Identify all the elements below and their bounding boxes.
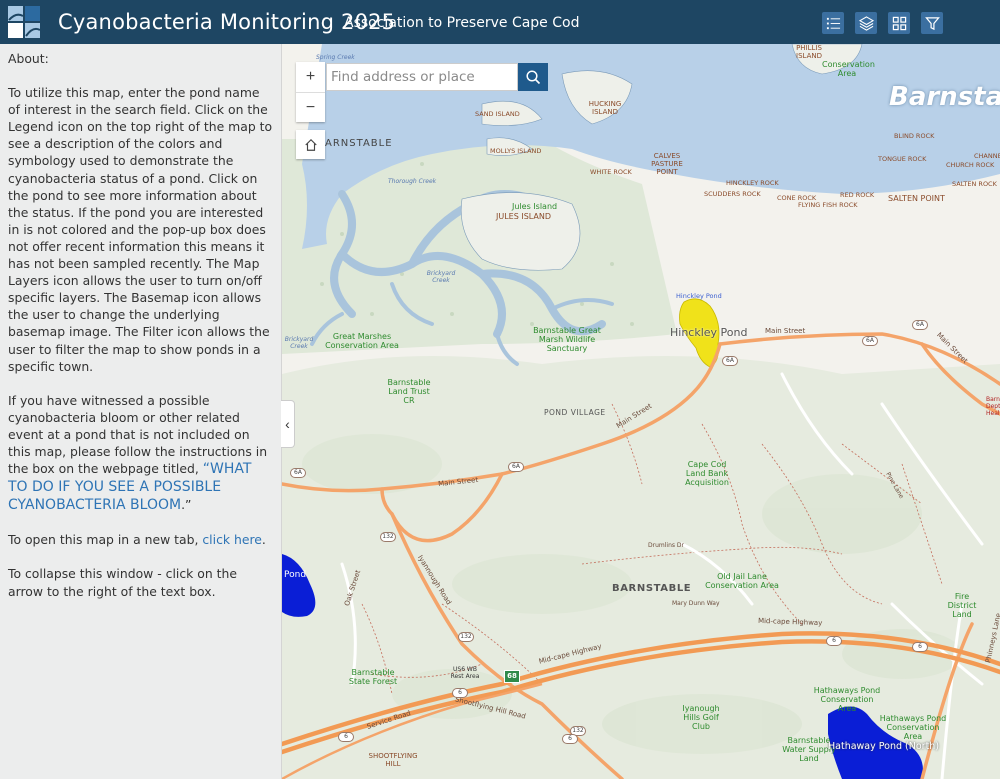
witness-quote-close: .” (181, 497, 192, 513)
list-icon (826, 17, 840, 29)
label-sand-island: SAND ISLAND (475, 110, 520, 118)
about-heading: About: (8, 51, 49, 66)
zoom-out-button[interactable]: − (296, 92, 325, 122)
label-hinckley-rock: HINCKLEY ROCK (726, 179, 779, 187)
label-white-rock: WHITE ROCK (590, 168, 632, 176)
new-tab-text: To open this map in a new tab, (8, 532, 203, 548)
new-tab-end: . (261, 532, 266, 548)
zoom-in-button[interactable]: + (296, 62, 325, 92)
legend-button[interactable] (822, 12, 844, 34)
label-church-rock: CHURCH ROCK (946, 161, 995, 169)
map-layers-button[interactable] (855, 12, 877, 34)
witness-quote-open: “ (202, 461, 210, 478)
label-great-marsh-sanctuary: Barnstable Great Marsh Wildlife Sanctuar… (533, 326, 601, 353)
route-shield-6a: 6A (508, 462, 524, 472)
label-pond-village: POND VILLAGE (544, 408, 606, 417)
route-shield-6a: 6A (722, 356, 738, 366)
route-shield-6: 6 (826, 636, 842, 646)
filter-button[interactable] (921, 12, 943, 34)
instructions-text: To utilize this map, enter the pond name… (8, 85, 273, 374)
label-hospital: Barnstable Dept Health (986, 396, 1000, 417)
basemap-button[interactable] (888, 12, 910, 34)
label-great-marshes: Great Marshes Conservation Area (325, 332, 399, 350)
new-tab-paragraph: To open this map in a new tab, click her… (8, 531, 273, 548)
label-jules-island: Jules Island (512, 202, 558, 211)
label-mollys-island: MOLLYS ISLAND (490, 147, 542, 155)
label-hathaways-conservation-2: Hathaways Pond Conservation Area (879, 714, 947, 741)
label-shootflying-hill: SHOOTFLYING HILL (368, 752, 418, 768)
label-land-trust: Barnstable Land Trust CR (387, 378, 431, 405)
open-in-new-tab-link[interactable]: click here (202, 532, 262, 547)
label-scudders-rock: SCUDDERS ROCK (704, 190, 761, 198)
label-channel: CHANNEL (974, 152, 1000, 160)
label-thorough-creek: Thorough Creek (388, 178, 437, 185)
grid-icon (892, 16, 906, 30)
search-button[interactable] (518, 63, 548, 91)
route-shield-68: 68 (504, 670, 520, 683)
app-subtitle: Association to Preserve Cape Cod (344, 15, 580, 31)
label-hathaways-conservation: Hathaways Pond Conservation Area (813, 686, 881, 713)
label-barnstable-large: Barnstab (889, 82, 1000, 112)
route-shield-6a: 6A (862, 336, 878, 346)
route-shield-6a: 6A (290, 468, 306, 478)
label-brickyard-creek: Brickyard Creek (426, 270, 456, 284)
layers-icon (858, 15, 874, 31)
label-hathaway-pond-north: Hathaway Pond (North) (828, 741, 940, 752)
label-hinckley-pond-small: Hinckley Pond (676, 292, 722, 300)
label-pond-left: Pond (284, 570, 307, 580)
label-tongue-rock: TONGUE ROCK (878, 155, 927, 163)
label-old-jail-lane: Old Jail Lane Conservation Area (705, 572, 779, 590)
label-fire-district: Fire District Land (947, 592, 977, 619)
map-view[interactable]: Barnstab ARNSTABLE BARNSTABLE POND VILLA… (282, 44, 1000, 779)
label-hucking-island: HUCKING ISLAND (588, 100, 622, 116)
label-rest-area: US6 WB Rest Area (450, 666, 480, 680)
label-state-forest: Barnstable State Forest (348, 668, 398, 686)
zoom-control: + − (296, 62, 325, 122)
app-logo (6, 4, 42, 40)
label-main-street: Main Street (765, 327, 806, 335)
route-shield-6: 6 (562, 734, 578, 744)
label-barnstable-town: BARNSTABLE (612, 583, 692, 594)
label-red-rock: RED ROCK (840, 191, 875, 199)
label-spring-creek: Spring Creek (316, 54, 355, 61)
label-land-bank: Cape Cod Land Bank Acquisition (685, 460, 729, 487)
route-shield-6: 6 (452, 688, 468, 698)
route-shield-6a: 6A (912, 320, 928, 330)
label-phillis-island: PHILLIS ISLAND (796, 44, 822, 60)
label-jules-island-caps: JULES ISLAND (496, 212, 552, 221)
label-hinckley-pond: Hinckley Pond (670, 326, 748, 339)
label-blind-rock: BLIND ROCK (894, 132, 935, 140)
about-panel: About: To utilize this map, enter the po… (0, 44, 282, 779)
label-salten-rock: SALTEN ROCK (952, 180, 997, 188)
collapse-instructions: To collapse this window - click on the a… (8, 566, 237, 599)
search-icon (526, 70, 541, 85)
route-shield-6: 6 (338, 732, 354, 742)
filter-icon (924, 16, 940, 30)
route-shield-132: 132 (458, 632, 474, 642)
label-salten-point: SALTEN POINT (888, 194, 945, 203)
label-conservation-area: Conservation Area (822, 60, 875, 78)
route-shield-6: 6 (912, 642, 928, 652)
collapse-panel-button[interactable]: ‹ (281, 400, 295, 448)
chevron-left-icon: ‹ (285, 416, 290, 432)
search-input[interactable] (326, 63, 518, 91)
app-header: Cyanobacteria Monitoring 2025 Associatio… (0, 0, 1000, 44)
label-brickyard-creek-2: Brickyard Creek (284, 336, 314, 350)
label-mary-dunn: Mary Dunn Way (672, 600, 720, 607)
label-flying-fish-rock: FLYING FISH ROCK (798, 201, 858, 209)
label-calves-pasture-point: CALVES PASTURE POINT (651, 152, 683, 176)
label-drumlins: Drumlins Dr (648, 542, 684, 549)
home-icon (304, 138, 317, 151)
label-golf-club: Iyanough Hills Golf Club (682, 704, 720, 731)
label-barnstable-harbor: ARNSTABLE (325, 138, 393, 149)
home-button[interactable] (296, 130, 325, 159)
route-shield-132: 132 (380, 532, 396, 542)
witness-paragraph: If you have witnessed a possible cyanoba… (8, 392, 273, 515)
